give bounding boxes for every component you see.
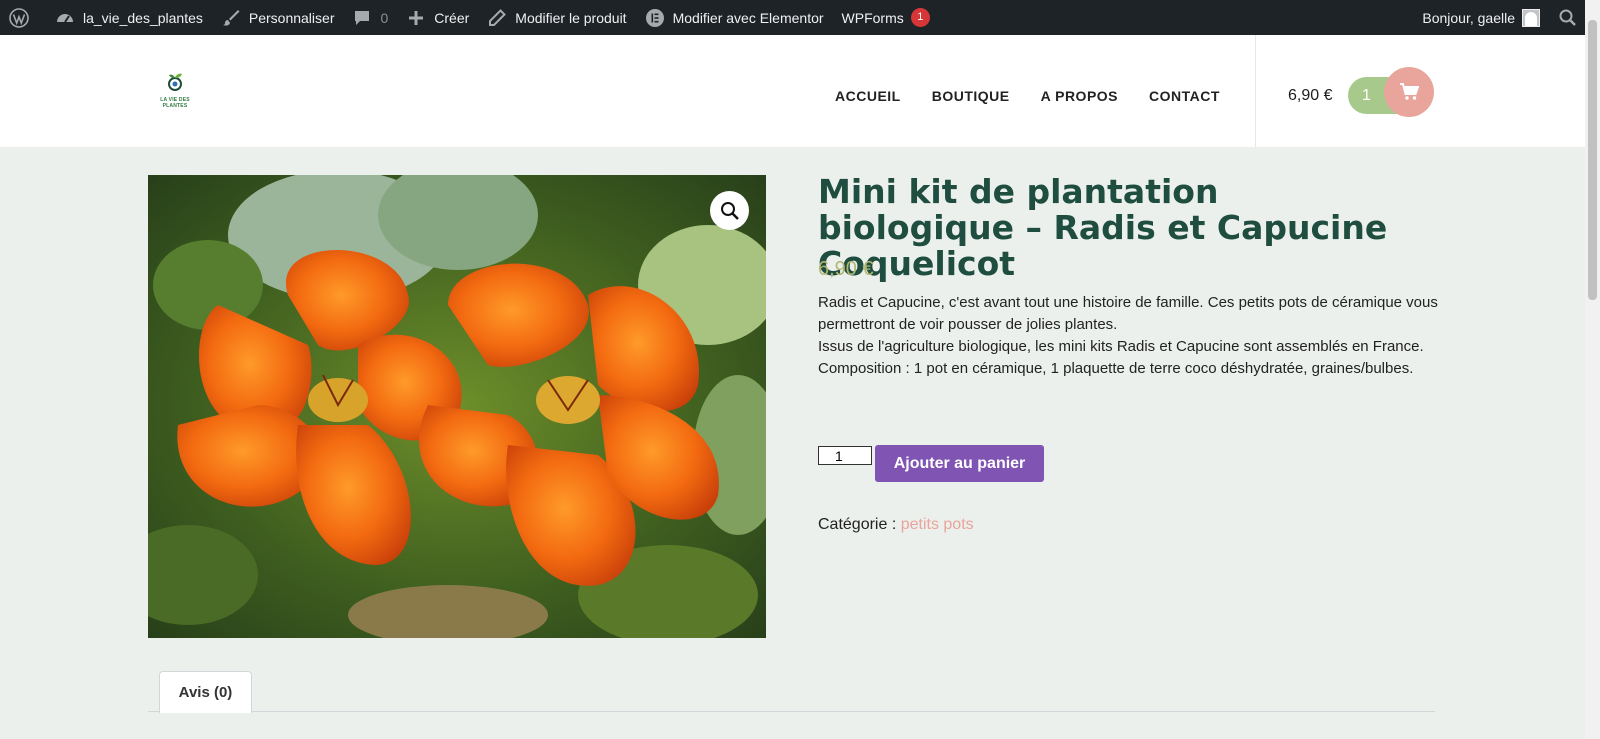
- my-account-link[interactable]: Bonjour, gaelle: [1413, 0, 1549, 35]
- add-to-cart-button[interactable]: Ajouter au panier: [875, 445, 1044, 482]
- zoom-button[interactable]: [710, 191, 749, 230]
- cart-total[interactable]: 6,90 €: [1288, 87, 1332, 105]
- nasturtium-flowers-image: [148, 175, 766, 638]
- elementor-icon: [645, 8, 665, 28]
- edit-product-label: Modifier le produit: [515, 9, 627, 26]
- nav-a-propos[interactable]: A PROPOS: [1041, 88, 1118, 104]
- product-title: Mini kit de plantation biologique – Radi…: [818, 172, 1388, 283]
- header-divider: [1255, 35, 1256, 147]
- main-nav: ACCUEIL BOUTIQUE A PROPOS CONTACT: [835, 88, 1251, 104]
- leaf-logo-icon: [168, 73, 182, 91]
- product-image[interactable]: [148, 175, 766, 638]
- elementor-link[interactable]: Modifier avec Elementor: [636, 0, 833, 35]
- cart-icon-button[interactable]: [1384, 67, 1434, 117]
- site-logo[interactable]: LA VIE DES PLANTES: [157, 72, 193, 112]
- elementor-label: Modifier avec Elementor: [672, 9, 824, 26]
- new-content-link[interactable]: Créer: [397, 0, 478, 35]
- nav-accueil[interactable]: ACCUEIL: [835, 88, 901, 104]
- wpforms-badge: 1: [910, 8, 930, 27]
- nav-boutique[interactable]: BOUTIQUE: [932, 88, 1010, 104]
- product-category: Catégorie : petits pots: [818, 516, 974, 534]
- category-label: Catégorie :: [818, 516, 901, 533]
- wordpress-icon: [9, 7, 29, 28]
- dashboard-icon: [55, 8, 75, 28]
- wpforms-label: WPForms: [841, 9, 904, 26]
- magnifier-icon: [720, 201, 739, 220]
- tabs-divider: [148, 711, 1435, 712]
- customize-link[interactable]: Personnaliser: [212, 0, 344, 35]
- quantity-input[interactable]: [818, 446, 872, 465]
- category-link[interactable]: petits pots: [901, 516, 974, 533]
- wpforms-link[interactable]: WPForms 1: [833, 0, 939, 35]
- cart-icon: [1400, 83, 1419, 100]
- greeting: Bonjour, gaelle: [1422, 9, 1515, 26]
- customize-label: Personnaliser: [248, 9, 335, 26]
- tab-reviews[interactable]: Avis (0): [159, 671, 252, 713]
- site-name-link[interactable]: la_vie_des_plantes: [46, 0, 212, 35]
- comments-count: 0: [380, 9, 389, 26]
- brush-icon: [221, 8, 241, 28]
- cart-count: 1: [1362, 87, 1371, 104]
- product-price: 6,90 €: [818, 258, 874, 280]
- product-description: Radis et Capucine, c'est avant tout une …: [818, 292, 1438, 380]
- edit-product-link[interactable]: Modifier le produit: [478, 0, 635, 35]
- description-paragraph: Radis et Capucine, c'est avant tout une …: [818, 294, 1438, 333]
- site-header: LA VIE DES PLANTES ACCUEIL BOUTIQUE A PR…: [0, 35, 1585, 147]
- scrollbar[interactable]: [1585, 0, 1600, 739]
- comments-link[interactable]: 0: [343, 0, 397, 35]
- description-paragraph: Composition : 1 pot en céramique, 1 plaq…: [818, 360, 1414, 377]
- new-label: Créer: [434, 9, 470, 26]
- search-icon: [1558, 8, 1578, 28]
- logo-text: LA VIE DES PLANTES: [160, 97, 190, 109]
- pencil-icon: [487, 8, 507, 28]
- comment-icon: [352, 8, 372, 28]
- scrollbar-thumb[interactable]: [1588, 20, 1597, 300]
- description-paragraph: Issus de l'agriculture biologique, les m…: [818, 338, 1424, 355]
- avatar: [1522, 8, 1540, 27]
- admin-bar: la_vie_des_plantes Personnaliser 0 Créer…: [0, 0, 1600, 35]
- site-name: la_vie_des_plantes: [83, 9, 203, 26]
- plus-icon: [406, 8, 426, 28]
- nav-contact[interactable]: CONTACT: [1149, 88, 1220, 104]
- wordpress-menu[interactable]: [0, 0, 46, 35]
